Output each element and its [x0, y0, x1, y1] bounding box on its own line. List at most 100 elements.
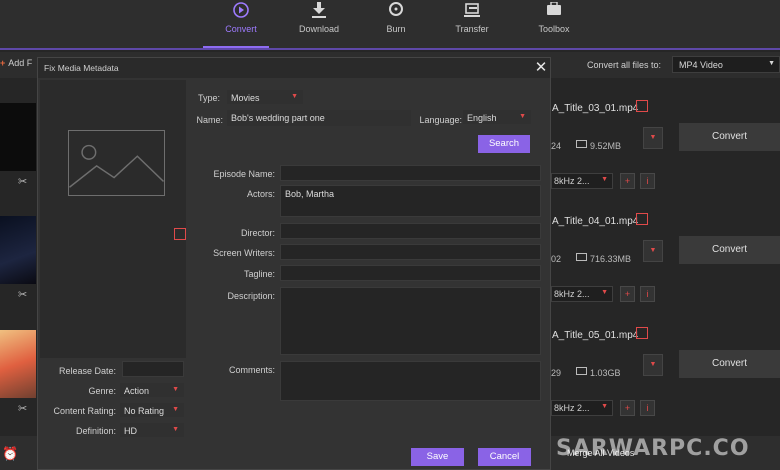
genre-select[interactable]: Action ▼ — [120, 383, 184, 397]
top-navigation: Convert Download Burn Transfer Toolbox — [0, 0, 780, 48]
subtitle-icon[interactable]: + — [620, 286, 635, 302]
nav-burn-label: Burn — [386, 24, 406, 34]
toolbox-icon — [547, 2, 561, 15]
content-rating-select[interactable]: No Rating ▼ — [120, 403, 184, 417]
edit-cover-icon[interactable] — [174, 228, 186, 240]
video-thumbnail[interactable] — [0, 330, 36, 398]
audio-select[interactable]: 8kHz 2... ▼ — [551, 173, 613, 189]
audio-value: 8kHz 2... — [554, 176, 590, 186]
type-label: Type: — [197, 93, 220, 103]
description-label: Description: — [227, 291, 275, 301]
alarm-clock-icon[interactable]: ⏰ — [2, 446, 18, 462]
nav-toolbox[interactable]: Toolbox — [519, 0, 589, 48]
nav-download[interactable]: Download — [284, 0, 354, 48]
director-input[interactable] — [280, 223, 541, 239]
definition-select[interactable]: HD ▼ — [120, 423, 184, 437]
scissors-icon[interactable]: ✂ — [18, 175, 27, 188]
video-thumbnail[interactable] — [0, 103, 36, 171]
target-dropdown[interactable]: ▼ — [643, 354, 663, 376]
chevron-down-icon: ▼ — [768, 60, 775, 67]
chevron-down-icon: ▼ — [519, 113, 526, 120]
audio-select[interactable]: 8kHz 2... ▼ — [551, 400, 613, 416]
release-date-input[interactable] — [122, 361, 184, 377]
video-thumbnail[interactable] — [0, 216, 36, 284]
scissors-icon[interactable]: ✂ — [18, 402, 27, 415]
chevron-down-icon: ▼ — [172, 386, 179, 393]
convert-button[interactable]: Convert — [679, 350, 780, 378]
content-rating-value: No Rating — [124, 406, 165, 416]
file-size: 1.03GB — [590, 368, 621, 378]
subtitle-icon[interactable]: + — [620, 400, 635, 416]
language-select[interactable]: English ▼ — [463, 110, 531, 124]
comments-input[interactable] — [280, 361, 541, 401]
image-placeholder-icon[interactable] — [68, 130, 165, 196]
chevron-down-icon: ▼ — [601, 289, 608, 296]
nav-transfer[interactable]: Transfer — [437, 0, 507, 48]
add-files-button[interactable]: + Add F — [0, 58, 32, 68]
screen-writers-label: Screen Writers: — [213, 248, 275, 258]
nav-toolbox-label: Toolbox — [538, 24, 570, 34]
nav-burn[interactable]: Burn — [361, 0, 431, 48]
content-rating-label: Content Rating: — [53, 406, 116, 416]
output-format-value: MP4 Video — [679, 60, 723, 70]
edit-name-icon[interactable] — [636, 327, 648, 339]
convert-button[interactable]: Convert — [679, 236, 780, 264]
actors-label: Actors: — [246, 189, 275, 199]
close-icon[interactable]: ✕ — [533, 59, 549, 77]
save-button[interactable]: Save — [411, 448, 464, 466]
director-label: Director: — [240, 228, 275, 238]
fix-media-metadata-dialog: Fix Media Metadata ✕ Type: Movies ▼ Name:… — [37, 57, 551, 470]
audio-select[interactable]: 8kHz 2... ▼ — [551, 286, 613, 302]
nav-download-label: Download — [298, 24, 340, 34]
chevron-down-icon: ▼ — [291, 93, 298, 100]
nav-convert[interactable]: Convert — [206, 0, 276, 48]
watermark: SARWARPC.CO — [556, 436, 750, 461]
info-icon[interactable]: i — [640, 286, 655, 302]
info-icon[interactable]: i — [640, 173, 655, 189]
audio-value: 8kHz 2... — [554, 403, 590, 413]
plus-icon: + — [0, 58, 6, 68]
edit-name-icon[interactable] — [636, 100, 648, 112]
disc-icon — [389, 2, 403, 16]
target-dropdown[interactable]: ▼ — [643, 127, 663, 149]
file-meta: 02 — [551, 254, 562, 264]
target-dropdown[interactable]: ▼ — [643, 240, 663, 262]
edit-name-icon[interactable] — [636, 213, 648, 225]
dialog-title-bar: Fix Media Metadata ✕ — [38, 58, 550, 78]
nav-convert-label: Convert — [225, 24, 257, 34]
genre-label: Genre: — [88, 386, 116, 396]
description-input[interactable] — [280, 287, 541, 355]
name-input[interactable]: Bob's wedding part one — [227, 110, 411, 126]
chevron-down-icon: ▼ — [601, 176, 608, 183]
info-icon[interactable]: i — [640, 400, 655, 416]
subtitle-icon[interactable]: + — [620, 173, 635, 189]
screen-writers-input[interactable] — [280, 244, 541, 260]
nav-transfer-label: Transfer — [455, 24, 489, 34]
folder-icon — [576, 140, 587, 148]
genre-value: Action — [124, 386, 150, 396]
file-name: A_Title_03_01.mp4 — [552, 103, 639, 114]
definition-value: HD — [124, 426, 137, 436]
transfer-icon — [464, 3, 480, 17]
scissors-icon[interactable]: ✂ — [18, 288, 27, 301]
chevron-down-icon: ▼ — [172, 426, 179, 433]
search-button[interactable]: Search — [478, 135, 530, 153]
name-label: Name: — [196, 115, 223, 125]
type-select[interactable]: Movies ▼ — [227, 90, 303, 104]
chevron-down-icon: ▼ — [172, 406, 179, 413]
file-size: 9.52MB — [590, 141, 622, 151]
tagline-input[interactable] — [280, 265, 541, 281]
language-label: Language: — [419, 115, 462, 125]
folder-icon — [576, 253, 587, 261]
episode-name-input[interactable] — [280, 165, 541, 181]
language-value: English — [467, 113, 497, 123]
episode-name-label: Episode Name: — [213, 169, 275, 179]
file-meta: 24 — [551, 141, 562, 151]
file-name: A_Title_05_01.mp4 — [552, 330, 639, 341]
actors-input[interactable]: Bob, Martha — [280, 185, 541, 217]
chevron-down-icon: ▼ — [601, 403, 608, 410]
output-format-select[interactable]: MP4 Video ▼ — [672, 56, 780, 73]
convert-button[interactable]: Convert — [679, 123, 780, 151]
cancel-button[interactable]: Cancel — [478, 448, 531, 466]
release-date-label: Release Date: — [58, 366, 116, 376]
